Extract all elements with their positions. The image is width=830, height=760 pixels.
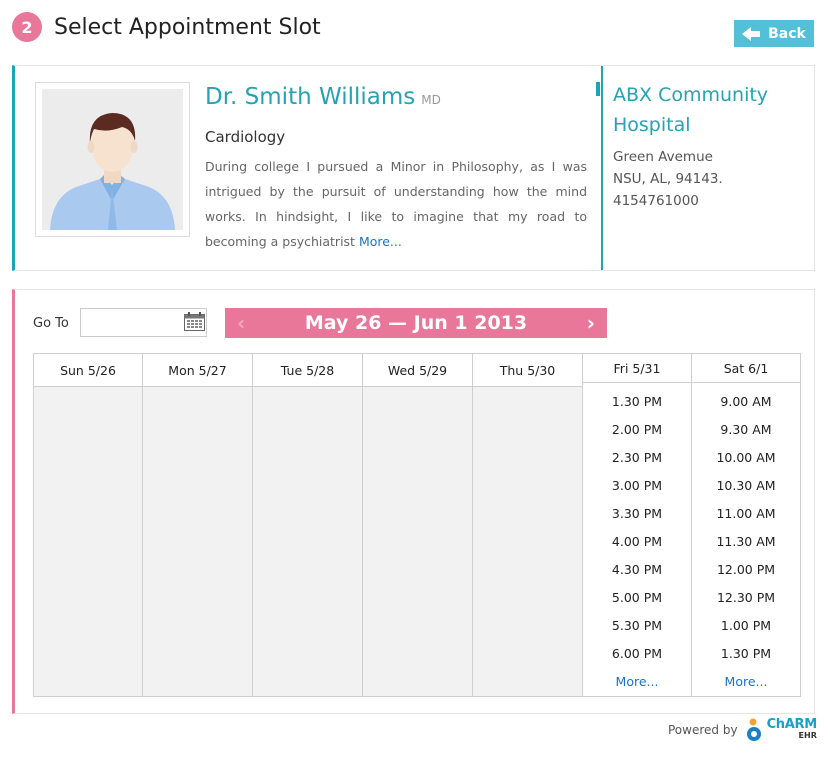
arrow-left-icon-tail bbox=[751, 30, 761, 37]
day-column-header: Fri 5/31 bbox=[583, 354, 691, 383]
hospital-phone: 4154761000 bbox=[613, 193, 699, 209]
prev-week-chevron-icon[interactable]: ‹ bbox=[237, 311, 245, 335]
time-slot[interactable]: 12.00 PM bbox=[717, 556, 775, 584]
time-slot[interactable]: 9.30 AM bbox=[720, 416, 771, 444]
day-column: Mon 5/27 bbox=[143, 354, 253, 696]
day-column-header: Thu 5/30 bbox=[473, 354, 582, 387]
day-column-header: Sat 6/1 bbox=[692, 354, 800, 383]
time-slot[interactable]: 2.30 PM bbox=[612, 444, 662, 472]
day-column: Wed 5/29 bbox=[363, 354, 473, 696]
doctor-degree: MD bbox=[421, 93, 441, 107]
charm-logo: ChARM EHR bbox=[744, 718, 817, 742]
time-slot[interactable]: 2.00 PM bbox=[612, 416, 662, 444]
week-navigator: ‹ May 26 — Jun 1 2013 › bbox=[225, 308, 607, 338]
next-week-chevron-icon[interactable]: › bbox=[587, 311, 595, 335]
doctor-name: Dr. Smith Williams bbox=[205, 84, 416, 110]
time-slot[interactable]: 4.00 PM bbox=[612, 528, 662, 556]
day-column: Thu 5/30 bbox=[473, 354, 583, 696]
powered-by-label: Powered by bbox=[668, 723, 738, 737]
hospital-address-line2: NSU, AL, 94143. bbox=[613, 171, 723, 187]
charm-person-icon bbox=[746, 718, 761, 741]
day-column: Fri 5/31 1.30 PM 2.00 PM 2.30 PM 3.00 PM 3.30… bbox=[583, 354, 692, 696]
time-slot[interactable]: 4.30 PM bbox=[612, 556, 662, 584]
time-slot[interactable]: 11.00 AM bbox=[716, 500, 775, 528]
step-badge: 2 bbox=[12, 12, 42, 42]
divider-tick bbox=[596, 82, 600, 96]
panel-divider bbox=[596, 66, 603, 270]
day-slot-list bbox=[473, 387, 582, 696]
more-slots-link[interactable]: More... bbox=[725, 668, 768, 696]
time-slot[interactable]: 1.00 PM bbox=[721, 612, 771, 640]
more-slots-link[interactable]: More... bbox=[616, 668, 659, 696]
calendar-icon[interactable] bbox=[184, 312, 205, 331]
day-column: Tue 5/28 bbox=[253, 354, 363, 696]
doctor-specialty: Cardiology bbox=[205, 128, 286, 146]
day-column-header: Sun 5/26 bbox=[34, 354, 142, 387]
schedule-panel: Go To ‹ May 26 — Jun 1 2013 › Sun 5/26 Mo… bbox=[12, 289, 815, 714]
doctor-bio: During college I pursued a Minor in Phil… bbox=[205, 154, 587, 254]
day-slot-list bbox=[363, 387, 472, 696]
day-column: Sat 6/1 9.00 AM 9.30 AM 10.00 AM 10.30 AM 11.… bbox=[692, 354, 800, 696]
doctor-panel: Dr. Smith Williams MD Cardiology During … bbox=[12, 65, 815, 271]
logo-sub-text: EHR bbox=[798, 731, 817, 740]
back-button-label: Back bbox=[768, 25, 806, 42]
hospital-address-line1: Green Avemue bbox=[613, 149, 713, 165]
day-column: Sun 5/26 bbox=[34, 354, 143, 696]
logo-main-text: ChARM bbox=[766, 717, 818, 732]
doctor-name-row: Dr. Smith Williams MD bbox=[205, 84, 441, 110]
time-slot[interactable]: 1.30 PM bbox=[612, 388, 662, 416]
person-avatar-icon bbox=[42, 89, 183, 230]
time-slot[interactable]: 10.00 AM bbox=[716, 444, 775, 472]
day-slot-list: 9.00 AM 9.30 AM 10.00 AM 10.30 AM 11.00 AM 11… bbox=[692, 383, 800, 696]
day-slot-list bbox=[253, 387, 362, 696]
time-slot[interactable]: 3.30 PM bbox=[612, 500, 662, 528]
time-slot[interactable]: 9.00 AM bbox=[720, 388, 771, 416]
doctor-photo bbox=[35, 82, 190, 237]
page-title: Select Appointment Slot bbox=[54, 14, 321, 40]
bio-more-link[interactable]: More... bbox=[359, 234, 402, 249]
time-slot[interactable]: 10.30 AM bbox=[716, 472, 775, 500]
day-slot-list bbox=[34, 387, 142, 696]
time-slot[interactable]: 5.00 PM bbox=[612, 584, 662, 612]
time-slot[interactable]: 12.30 PM bbox=[717, 584, 775, 612]
appointment-grid: Sun 5/26 Mon 5/27 Tue 5/28 Wed 5/29 Thu 5/30… bbox=[33, 353, 801, 697]
week-label: May 26 — Jun 1 2013 bbox=[304, 312, 528, 334]
hospital-address: Green Avemue NSU, AL, 94143. 4154761000 bbox=[613, 146, 723, 212]
time-slot[interactable]: 1.30 PM bbox=[721, 640, 771, 668]
day-column-header: Wed 5/29 bbox=[363, 354, 472, 387]
time-slot[interactable]: 5.30 PM bbox=[612, 612, 662, 640]
goto-label: Go To bbox=[33, 316, 69, 331]
day-slot-list bbox=[143, 387, 252, 696]
day-slot-list: 1.30 PM 2.00 PM 2.30 PM 3.00 PM 3.30 PM 4.00 … bbox=[583, 383, 691, 696]
hospital-name: ABX Community Hospital bbox=[613, 84, 769, 136]
page-header: 2 Select Appointment Slot bbox=[12, 12, 321, 42]
time-slot[interactable]: 3.00 PM bbox=[612, 472, 662, 500]
day-column-header: Mon 5/27 bbox=[143, 354, 252, 387]
avatar bbox=[42, 89, 183, 230]
time-slot[interactable]: 11.30 AM bbox=[716, 528, 775, 556]
arrow-left-icon bbox=[742, 26, 752, 41]
footer: Powered by ChARM EHR bbox=[668, 718, 817, 742]
charm-logo-text: ChARM EHR bbox=[766, 717, 818, 741]
day-column-header: Tue 5/28 bbox=[253, 354, 362, 387]
back-button[interactable]: Back bbox=[734, 20, 814, 47]
time-slot[interactable]: 6.00 PM bbox=[612, 640, 662, 668]
